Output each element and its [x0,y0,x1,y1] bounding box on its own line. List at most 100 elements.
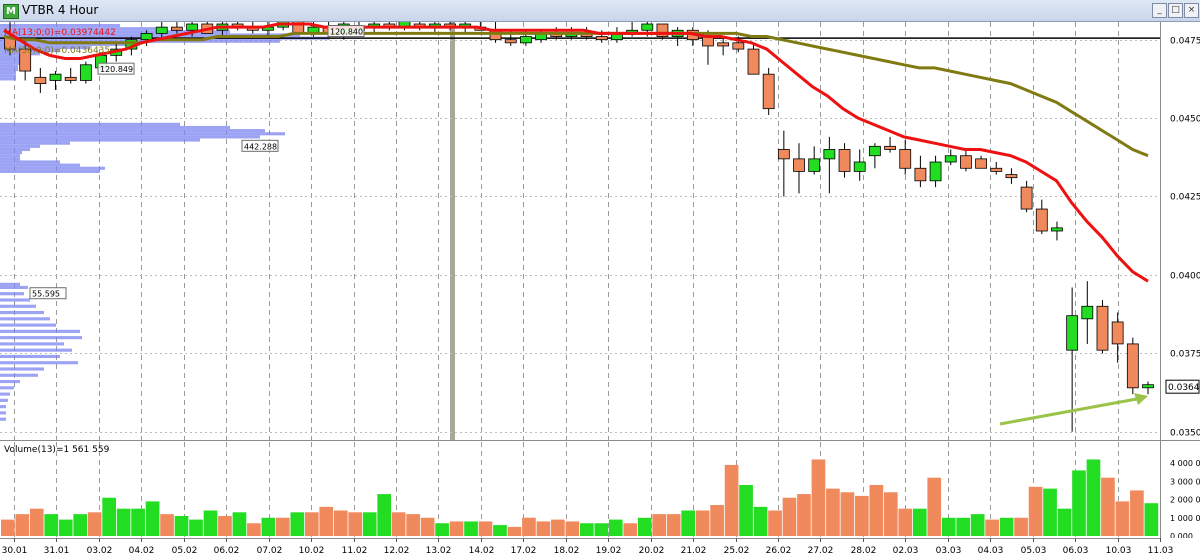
candle-body [975,158,987,169]
time-tick-label: 05.03 [1021,546,1047,555]
volume-bar [826,488,840,536]
time-tick-label: 13.02 [426,546,452,555]
time-axis: 30.01 31.01 03.02 04.02 05.02 06.02 07.02 10.02… [0,538,1200,555]
volume-bar [319,506,334,536]
volume-bar [1130,490,1144,536]
volume-bar [695,510,710,536]
volume-bar [1,519,15,536]
price-tick-label: 0.037500 [1170,350,1200,360]
profile-label: 120.849 [100,65,133,74]
price-chart: 120.849 120.840 442.288 55.595 0.047500 0.04… [0,22,1200,440]
volume-profile-bar [0,64,18,68]
time-tick-label: 12.02 [384,546,410,555]
volume-bar [189,519,203,536]
volume-bar [391,512,406,536]
volume-bar [1115,501,1130,536]
profile-label: 55.595 [32,290,60,299]
volume-profile-bar [0,24,120,28]
time-tick-label: 10.03 [1106,546,1132,555]
volume-bar [652,514,667,536]
candle-body [1005,174,1018,179]
volume-bar [551,519,565,536]
candle-body [899,149,912,169]
volume-profile-bar [0,329,80,333]
volume-profile-bar [0,163,80,167]
volume-bar [1043,488,1057,536]
volume-bar [898,508,913,536]
volume-bar [637,517,652,536]
volume-profile-bar [0,125,230,130]
volume-profile-bar [0,71,16,75]
volume-bar [131,508,145,536]
volume-bar [912,508,927,536]
volume-bar [811,459,826,536]
volume-profile-bar [0,292,24,296]
volume-profile-bar [0,398,8,402]
volume-profile-bar [0,361,78,365]
volume-profile-bar [0,169,100,173]
volume-bar [768,510,782,536]
candle-body [914,167,927,182]
volume-profile-bar [0,129,265,133]
volume-bar [377,494,392,536]
candle-body [1066,315,1079,351]
volume-bar [941,517,956,536]
session-separator [450,22,455,440]
chart-window-icon: M [3,4,19,19]
volume-profile-bar [0,354,60,359]
volume-bar [507,526,522,536]
candle-body [595,36,608,41]
volume-bar [29,508,44,536]
volume-profile-bar [0,58,22,62]
volume-profile-bar [0,157,20,161]
volume-bar [362,512,377,536]
time-tick-label: 26.02 [766,546,792,555]
minimize-icon[interactable]: _ [1152,3,1167,18]
current-price-label: 0.036420 [1168,383,1200,393]
candle-body [1035,208,1048,232]
volume-bar [594,523,609,536]
chart-window-titlebar[interactable]: M VTBR 4 Hour _ □ × [0,0,1200,22]
volume-bar [102,497,116,536]
close-icon[interactable]: × [1184,3,1199,18]
candle-body [140,33,153,41]
volume-bar [406,514,420,536]
volume-bar [1101,477,1115,536]
volume-bar [869,484,884,536]
candle-body [186,23,198,31]
volume-profile-bar [0,138,200,142]
volume-profile-bar [0,323,56,327]
volume-bar [739,484,753,536]
profile-label: 442.288 [244,142,277,151]
candle-body [155,26,168,34]
volume-bar [276,517,290,536]
candle-body [777,149,790,160]
candle-body [762,73,775,110]
volume-profile-bar [0,122,180,126]
volume-bar [15,514,30,536]
volume-legend: Volume(13)=1 561 559 [4,445,110,455]
volume-bar [73,514,88,536]
volume-tick-label: 1 000 000 [1170,514,1200,523]
volume-bar [160,514,174,536]
volume-profile-bar [0,367,44,371]
volume-bar [1072,470,1086,536]
volume-bar [681,510,695,536]
price-tick-label: 0.047500 [1170,37,1200,47]
candle-body [884,145,896,150]
candle-body [1111,321,1124,345]
candle-body [732,42,745,50]
candle-body [793,158,805,172]
volume-bar [493,525,507,536]
volume-bar [1014,517,1028,536]
maximize-icon[interactable]: □ [1168,3,1183,18]
volume-bar [478,521,493,536]
volume-bar [927,477,942,536]
volume-profile-bar [0,282,20,286]
time-tick-label: 14.02 [469,546,495,555]
volume-profile-bar [0,135,260,139]
volume-bar [623,523,638,536]
volume-bar [666,514,681,536]
volume-profile-bar [0,405,6,409]
volume-profile-bar [0,132,285,136]
